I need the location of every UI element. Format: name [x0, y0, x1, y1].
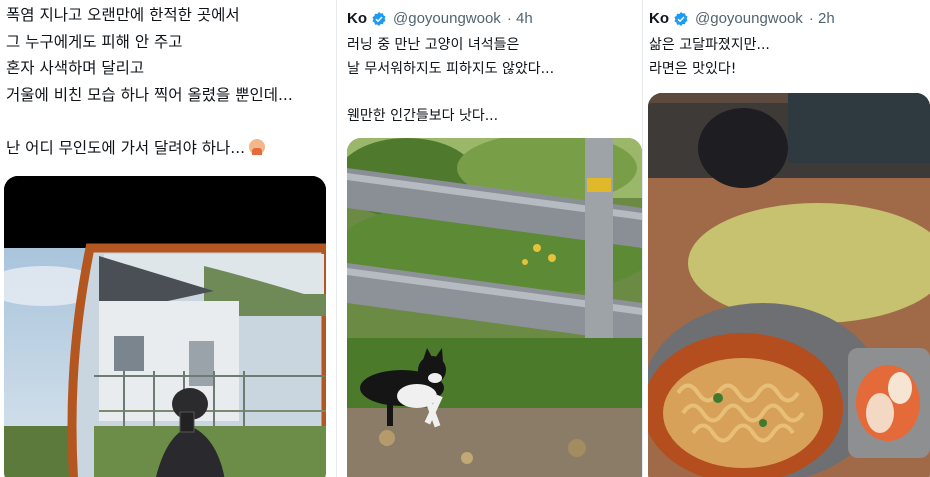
tweet-photo-ramen[interactable] — [648, 93, 930, 477]
tweet-text: 삶은 고달파졌지만... 라면은 맛있다! — [649, 34, 770, 81]
tweet-text: 러닝 중 만난 고양이 녀석들은 날 무서워하지도 피하지도 않았다... 웬만… — [347, 34, 554, 128]
verified-badge-icon — [372, 11, 386, 26]
author-handle[interactable]: @goyoungwook — [393, 10, 501, 27]
tweet-panel-2: Ko @goyoungwook · 4h 러닝 중 만난 고양이 녀석들은 날 … — [337, 0, 642, 477]
ramen-image — [648, 93, 930, 477]
tweet-line: 그 누구에게도 피해 안 주고 — [6, 32, 183, 51]
tweet-line: 웬만한 인간들보다 낫다... — [347, 107, 499, 124]
cat-image — [347, 138, 642, 477]
tweet-timestamp[interactable]: · 2h — [809, 10, 835, 27]
verified-badge-icon — [674, 11, 688, 26]
tweet-photo-mirror-selfie[interactable] — [4, 176, 326, 477]
tweet-photo-cat[interactable] — [347, 138, 642, 477]
author-name[interactable]: Ko — [347, 10, 367, 27]
person-shrugging-emoji-icon — [249, 138, 266, 155]
tweet-header: Ko @goyoungwook · 2h — [649, 10, 835, 27]
tweet-panel-3: Ko @goyoungwook · 2h 삶은 고달파졌지만... 라면은 맛있… — [643, 0, 930, 477]
tweet-header: Ko @goyoungwook · 4h — [347, 10, 533, 27]
tweet-line: 난 어디 무인도에 가서 달려야 하나... — [6, 138, 246, 157]
author-name[interactable]: Ko — [649, 10, 669, 27]
tweet-line: 러닝 중 만난 고양이 녀석들은 — [347, 37, 520, 53]
tweet-timestamp[interactable]: · 4h — [507, 10, 533, 27]
tweet-line: 혼자 사색하며 달리고 — [6, 59, 145, 77]
tweet-text: 폭염 지나고 오랜만에 한적한 곳에서 그 누구에게도 피해 안 주고 혼자 사… — [6, 2, 293, 161]
tweet-panel-1: 폭염 지나고 오랜만에 한적한 곳에서 그 누구에게도 피해 안 주고 혼자 사… — [0, 0, 336, 477]
mirror-selfie-image — [4, 176, 326, 477]
tweet-line: 삶은 고달파졌지만... — [649, 37, 770, 53]
author-handle[interactable]: @goyoungwook — [695, 10, 803, 27]
tweet-line: 날 무서워하지도 피하지도 않았다... — [347, 60, 555, 77]
tweet-line: 라면은 맛있다! — [649, 60, 737, 77]
tweet-line: 폭염 지나고 오랜만에 한적한 곳에서 — [6, 6, 240, 24]
tweet-line: 거울에 비친 모습 하나 찍어 올렸을 뿐인데... — [6, 85, 293, 104]
